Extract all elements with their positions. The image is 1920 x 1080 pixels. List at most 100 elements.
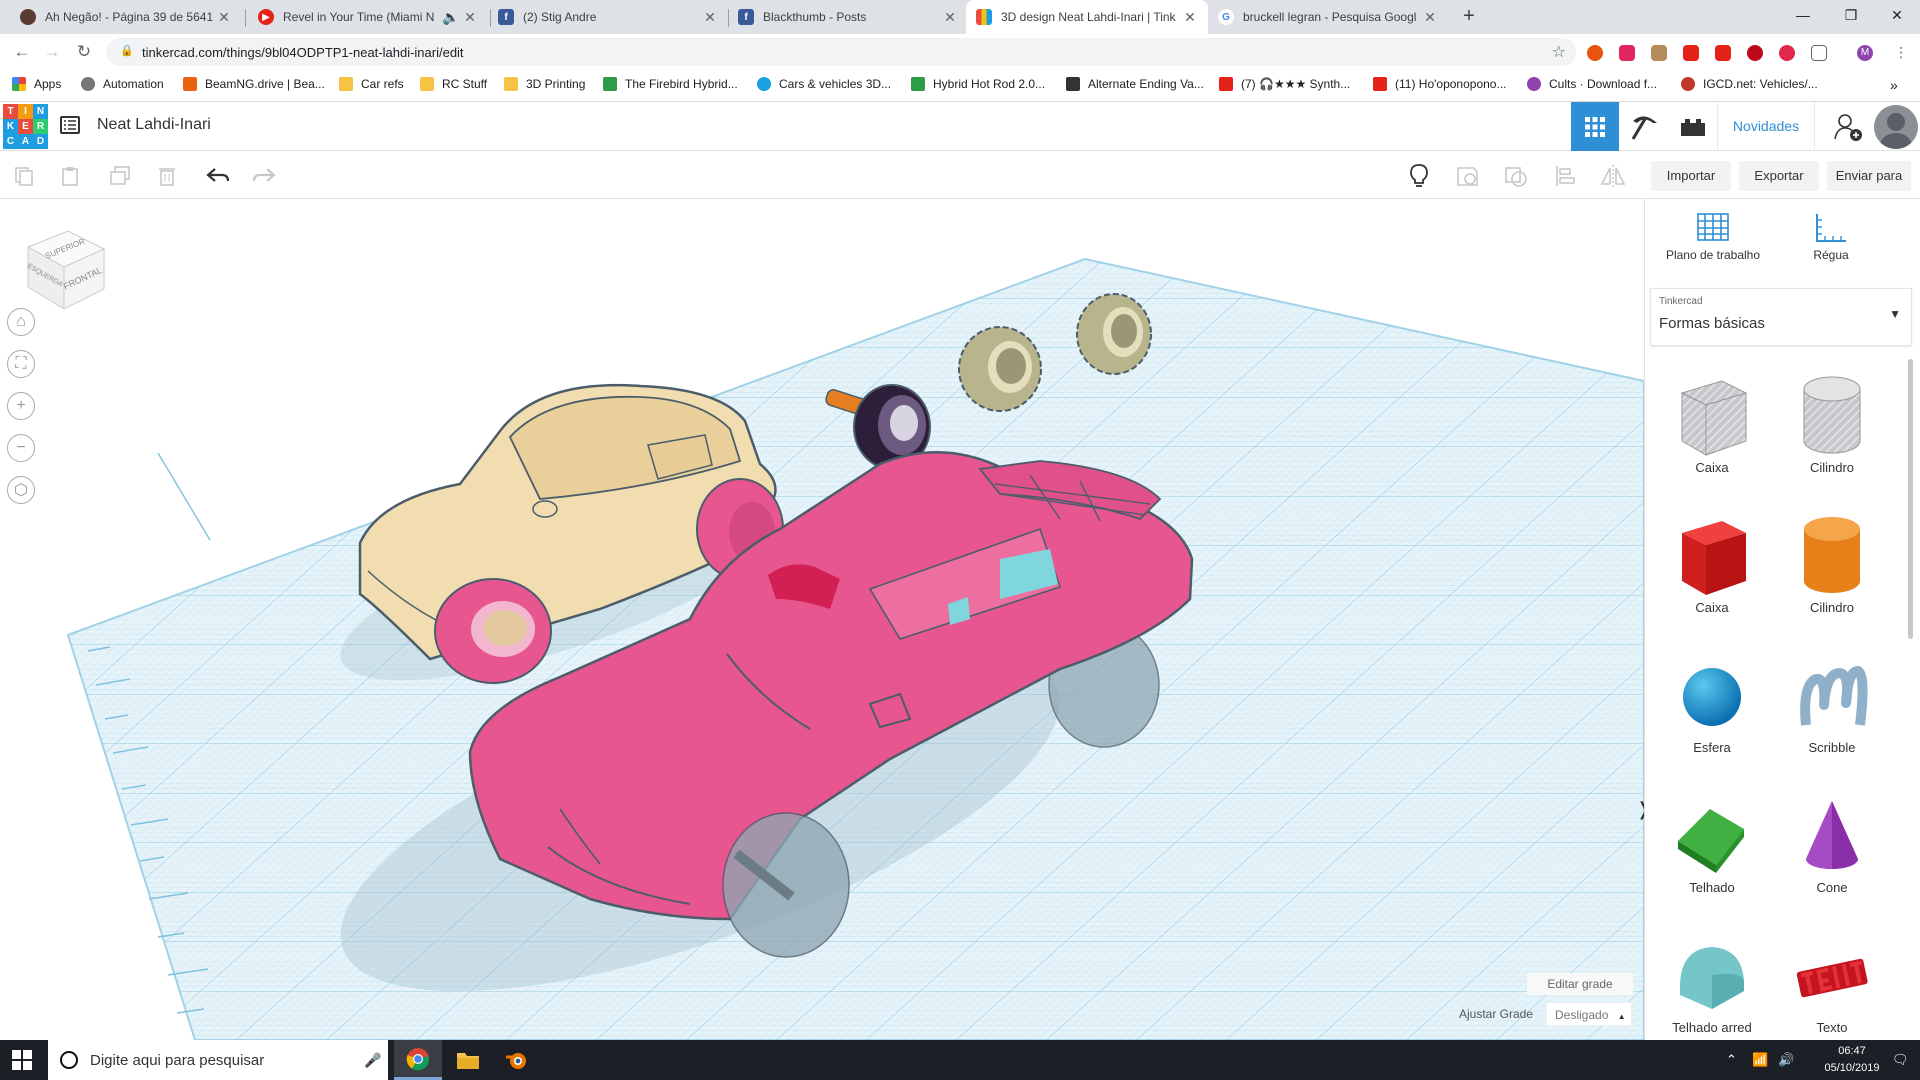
taskbar-chrome[interactable] xyxy=(394,1040,442,1080)
close-icon[interactable]: ✕ xyxy=(462,9,478,26)
taskbar-blender[interactable] xyxy=(492,1040,540,1080)
bookmark-item[interactable]: Cars & vehicles 3D... xyxy=(757,77,891,91)
browser-tab[interactable]: ▶ Revel in Your Time (Miami N 🔈 ✕ xyxy=(248,0,488,34)
extension-icon[interactable] xyxy=(1811,45,1827,61)
bookmark-item[interactable]: Apps xyxy=(12,77,61,91)
shape-scribble[interactable]: Scribble xyxy=(1777,641,1887,761)
align-button[interactable] xyxy=(1550,161,1580,191)
shape-category-select[interactable]: Tinkercad Formas básicas ▼ xyxy=(1650,288,1912,346)
forward-button[interactable]: → xyxy=(40,40,64,64)
bookmark-item[interactable]: Hybrid Hot Rod 2.0... xyxy=(911,77,1045,91)
bookmark-star-icon[interactable]: ☆ xyxy=(1552,42,1566,62)
browser-tab[interactable]: Ah Negão! - Página 39 de 5641 ✕ xyxy=(10,0,242,34)
volume-icon[interactable]: 🔊 xyxy=(1778,1052,1794,1068)
shape-box[interactable]: Caixa xyxy=(1657,501,1767,621)
bookmark-item[interactable]: (11) Ho'oponopono... xyxy=(1373,77,1506,91)
notifications-icon[interactable]: 🗨 xyxy=(1892,1052,1909,1068)
browser-tab-active[interactable]: 3D design Neat Lahdi-Inari | Tink ✕ xyxy=(966,0,1208,34)
shape-box-hole[interactable]: Caixa xyxy=(1657,361,1767,481)
shape-cylinder[interactable]: Cilindro xyxy=(1777,501,1887,621)
bookmark-item[interactable]: The Firebird Hybrid... xyxy=(603,77,738,91)
restore-button[interactable]: ❐ xyxy=(1828,0,1874,30)
edit-grid-button[interactable]: Editar grade xyxy=(1527,973,1633,995)
tinkercad-logo[interactable]: T I N K E R C A D xyxy=(3,104,48,149)
speaker-icon[interactable]: 🔈 xyxy=(440,9,462,26)
new-tab-button[interactable]: + xyxy=(1456,4,1482,30)
shape-cone[interactable]: Cone xyxy=(1777,781,1887,901)
news-button[interactable]: Novidades xyxy=(1717,102,1815,151)
browser-tab[interactable]: f Blackthumb - Posts ✕ xyxy=(728,0,968,34)
copy-button[interactable] xyxy=(9,161,39,191)
ruler-button[interactable]: Régua xyxy=(1791,211,1871,275)
close-icon[interactable]: ✕ xyxy=(942,9,958,26)
bookmark-item[interactable]: (7) 🎧★★★ Synth... xyxy=(1219,77,1350,91)
shape-text[interactable]: Texto xyxy=(1777,921,1887,1041)
extension-icon[interactable] xyxy=(1587,45,1603,61)
send-to-button[interactable]: Enviar para xyxy=(1827,161,1911,191)
snap-grid-select[interactable]: Desligado ▲ xyxy=(1546,1002,1632,1026)
delete-button[interactable] xyxy=(152,161,182,191)
taskbar-file-explorer[interactable] xyxy=(444,1040,492,1080)
reload-button[interactable]: ↻ xyxy=(72,40,96,64)
mirror-button[interactable] xyxy=(1598,161,1628,191)
3d-design-view-button[interactable] xyxy=(1571,102,1619,151)
bookmark-folder[interactable]: Car refs xyxy=(339,77,404,91)
extension-icon[interactable] xyxy=(1619,45,1635,61)
view-cube[interactable]: SUPERIOR FRONTAL ESQUERDA xyxy=(22,225,108,310)
extension-icon[interactable] xyxy=(1683,45,1699,61)
extension-icon[interactable] xyxy=(1715,45,1731,61)
close-icon[interactable]: ✕ xyxy=(1422,9,1438,26)
pink-wheel-model[interactable] xyxy=(434,578,552,684)
close-icon[interactable]: ✕ xyxy=(702,9,718,26)
url-text[interactable]: tinkercad.com/things/9bl04ODPTP1-neat-la… xyxy=(142,45,464,60)
zoom-out-button[interactable]: − xyxy=(7,434,35,462)
taskbar-search[interactable]: Digite aqui para pesquisar 🎤 xyxy=(48,1040,388,1080)
bookmark-item[interactable]: Alternate Ending Va... xyxy=(1066,77,1204,91)
workplane-canvas[interactable] xyxy=(0,199,1644,1040)
perspective-button[interactable]: ⬡ xyxy=(7,476,35,504)
undo-button[interactable] xyxy=(203,161,233,191)
pinterest-icon[interactable] xyxy=(1747,45,1763,61)
menu-dots-icon[interactable]: ⋮ xyxy=(1893,45,1909,61)
omnibox[interactable]: 🔒 tinkercad.com/things/9bl04ODPTP1-neat-… xyxy=(106,38,1576,66)
light-toggle-button[interactable] xyxy=(1404,161,1434,191)
hole-button[interactable] xyxy=(1501,161,1531,191)
tire-model[interactable] xyxy=(958,326,1042,412)
bricks-view-button[interactable] xyxy=(1669,102,1717,151)
home-view-button[interactable]: ⌂ xyxy=(7,308,35,336)
bookmark-folder[interactable]: RC Stuff xyxy=(420,77,487,91)
profile-icon[interactable]: M xyxy=(1857,45,1873,61)
shape-sphere[interactable]: Esfera xyxy=(1657,641,1767,761)
panel-collapse-chevron-icon[interactable]: ❭ xyxy=(1636,799,1644,820)
bookmark-folder[interactable]: 3D Printing xyxy=(504,77,585,91)
workplane-viewport[interactable]: SUPERIOR FRONTAL ESQUERDA ⌂ ⛶ + − ⬡ ❭ Ed… xyxy=(0,199,1644,1040)
shape-round-roof[interactable]: Telhado arred xyxy=(1657,921,1767,1041)
shape-roof[interactable]: Telhado xyxy=(1657,781,1767,901)
minimize-button[interactable]: — xyxy=(1780,0,1826,30)
panel-scrollbar[interactable] xyxy=(1908,359,1913,639)
bookmark-item[interactable]: IGCD.net: Vehicles/... xyxy=(1681,77,1818,91)
browser-tab[interactable]: f (2) Stig Andre ✕ xyxy=(488,0,728,34)
bookmark-item[interactable]: BeamNG.drive | Bea... xyxy=(183,77,325,91)
import-button[interactable]: Importar xyxy=(1651,161,1731,191)
paste-button[interactable] xyxy=(55,161,85,191)
avatar[interactable] xyxy=(1874,105,1918,149)
tray-chevron-icon[interactable]: ⌃ xyxy=(1726,1052,1737,1068)
start-button[interactable] xyxy=(12,1050,32,1070)
browser-tab[interactable]: G bruckell legran - Pesquisa Googl ✕ xyxy=(1208,0,1448,34)
tire-model[interactable] xyxy=(1076,293,1152,375)
design-list-icon[interactable] xyxy=(60,116,80,134)
network-icon[interactable]: 📶 xyxy=(1752,1052,1768,1068)
back-button[interactable]: ← xyxy=(10,40,34,64)
pocket-icon[interactable] xyxy=(1779,45,1795,61)
extension-icon[interactable] xyxy=(1651,45,1667,61)
bookmark-item[interactable]: Cults · Download f... xyxy=(1527,77,1657,91)
close-window-button[interactable]: ✕ xyxy=(1874,0,1920,30)
workplane-button[interactable]: Plano de trabalho xyxy=(1663,211,1763,275)
microphone-icon[interactable]: 🎤 xyxy=(358,1052,388,1069)
close-icon[interactable]: ✕ xyxy=(1182,9,1198,26)
shape-button[interactable] xyxy=(1452,161,1482,191)
bookmark-item[interactable]: Automation xyxy=(81,77,164,91)
shape-cylinder-hole[interactable]: Cilindro xyxy=(1777,361,1887,481)
duplicate-button[interactable] xyxy=(105,161,135,191)
